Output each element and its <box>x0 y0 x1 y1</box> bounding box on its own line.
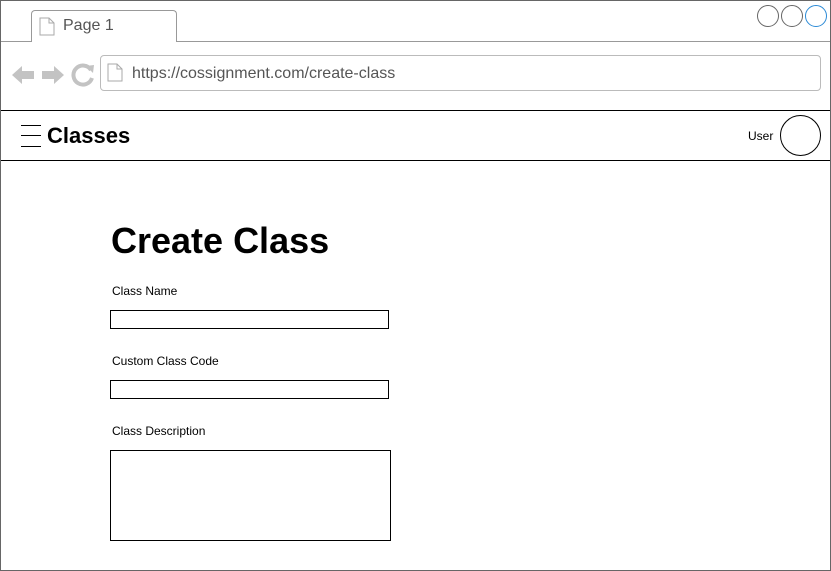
minimize-button[interactable] <box>757 5 779 27</box>
hamburger-menu-icon[interactable] <box>21 125 41 147</box>
user-avatar-icon[interactable] <box>780 115 821 156</box>
tab-strip: Page 1 <box>1 1 830 42</box>
class-code-input[interactable] <box>110 380 389 399</box>
app-header: Classes User <box>1 111 830 161</box>
browser-window: Page 1 https://cossignment.com/create-cl… <box>0 0 831 571</box>
navigation-bar: https://cossignment.com/create-class <box>1 42 830 111</box>
class-name-input[interactable] <box>110 310 389 329</box>
class-description-label: Class Description <box>112 424 206 438</box>
page-title: Create Class <box>111 220 330 261</box>
forward-arrow-icon[interactable] <box>41 63 65 87</box>
class-name-label: Class Name <box>112 284 178 298</box>
user-label[interactable]: User <box>748 129 773 143</box>
browser-tab[interactable]: Page 1 <box>31 10 177 42</box>
reload-icon[interactable] <box>71 63 95 87</box>
class-description-textarea[interactable] <box>110 450 391 541</box>
class-code-label: Custom Class Code <box>112 354 219 368</box>
maximize-button[interactable] <box>781 5 803 27</box>
url-text[interactable]: https://cossignment.com/create-class <box>132 65 395 83</box>
tab-title: Page 1 <box>63 17 114 34</box>
app-title: Classes <box>47 123 131 148</box>
close-button[interactable] <box>805 5 827 27</box>
window-controls <box>757 5 827 27</box>
back-arrow-icon[interactable] <box>11 63 35 87</box>
page-icon <box>107 63 123 82</box>
address-bar[interactable]: https://cossignment.com/create-class <box>100 55 821 91</box>
page-icon <box>39 17 55 36</box>
